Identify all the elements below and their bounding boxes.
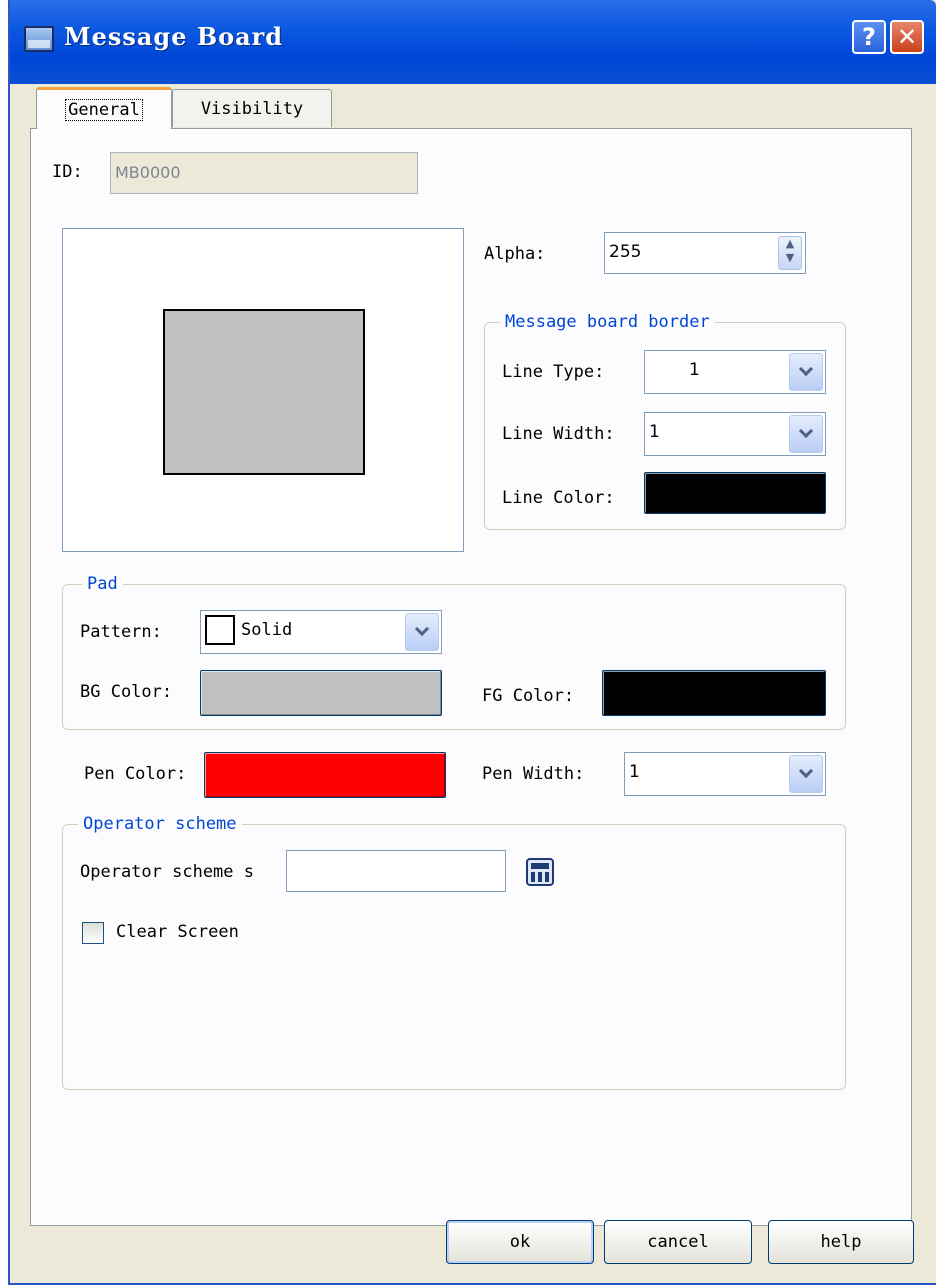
pattern-swatch (205, 615, 235, 645)
bg-color-button[interactable] (200, 670, 442, 716)
alpha-spinner[interactable]: 255 ▲ ▼ (604, 232, 806, 274)
title-bar[interactable]: Message Board ? ✕ (10, 0, 936, 84)
clear-screen-label[interactable]: Clear Screen (116, 922, 239, 942)
window-icon (24, 26, 54, 52)
pattern-value: Solid (241, 620, 293, 640)
ok-button[interactable]: ok (446, 1220, 594, 1264)
tab-general[interactable]: General (36, 87, 172, 129)
line-width-value: 1 (649, 422, 660, 442)
fg-color-label: FG Color: (482, 686, 575, 706)
line-type-select[interactable]: 1 (644, 350, 826, 394)
preview-canvas (62, 228, 464, 552)
calculator-icon[interactable] (526, 858, 554, 886)
pen-width-value: 1 (629, 762, 640, 782)
id-label: ID: (52, 162, 83, 182)
line-type-value: 1 (689, 360, 700, 380)
chevron-down-icon[interactable] (789, 755, 823, 793)
line-color-label: Line Color: (502, 488, 615, 508)
pen-width-label: Pen Width: (482, 764, 585, 784)
spin-arrows-icon[interactable]: ▲ ▼ (778, 236, 802, 270)
pen-color-label: Pen Color: (84, 764, 187, 784)
chevron-down-icon[interactable] (405, 613, 439, 651)
line-width-select[interactable]: 1 (644, 412, 826, 456)
line-width-label: Line Width: (502, 424, 615, 444)
tab-general-label: General (65, 98, 143, 121)
id-field: MB0000 (110, 152, 418, 194)
pattern-select[interactable]: Solid (200, 610, 442, 654)
pen-width-select[interactable]: 1 (624, 752, 826, 796)
fg-color-button[interactable] (602, 670, 826, 716)
preview-shape (163, 309, 365, 475)
operator-scheme-label: Operator scheme s (80, 862, 254, 882)
pad-group-legend: Pad (82, 574, 123, 594)
tab-visibility-label: Visibility (200, 98, 304, 119)
close-button[interactable]: ✕ (890, 20, 924, 54)
operator-scheme-input[interactable] (286, 850, 506, 892)
cancel-button[interactable]: cancel (604, 1220, 752, 1264)
operator-scheme-legend: Operator scheme (78, 814, 242, 834)
help-title-button[interactable]: ? (852, 20, 886, 54)
chevron-down-icon[interactable] (789, 353, 823, 391)
alpha-value: 255 (609, 242, 642, 262)
alpha-label: Alpha: (484, 244, 546, 264)
tab-visibility[interactable]: Visibility (172, 89, 332, 127)
border-group-legend: Message board border (500, 312, 715, 332)
help-button[interactable]: help (768, 1220, 914, 1264)
line-type-label: Line Type: (502, 362, 605, 382)
window-title: Message Board (64, 22, 284, 51)
line-color-button[interactable] (644, 472, 826, 514)
bg-color-label: BG Color: (80, 682, 173, 702)
pattern-label: Pattern: (80, 622, 162, 642)
chevron-down-icon[interactable] (789, 415, 823, 453)
pen-color-button[interactable] (204, 752, 446, 798)
clear-screen-checkbox[interactable] (82, 922, 104, 944)
